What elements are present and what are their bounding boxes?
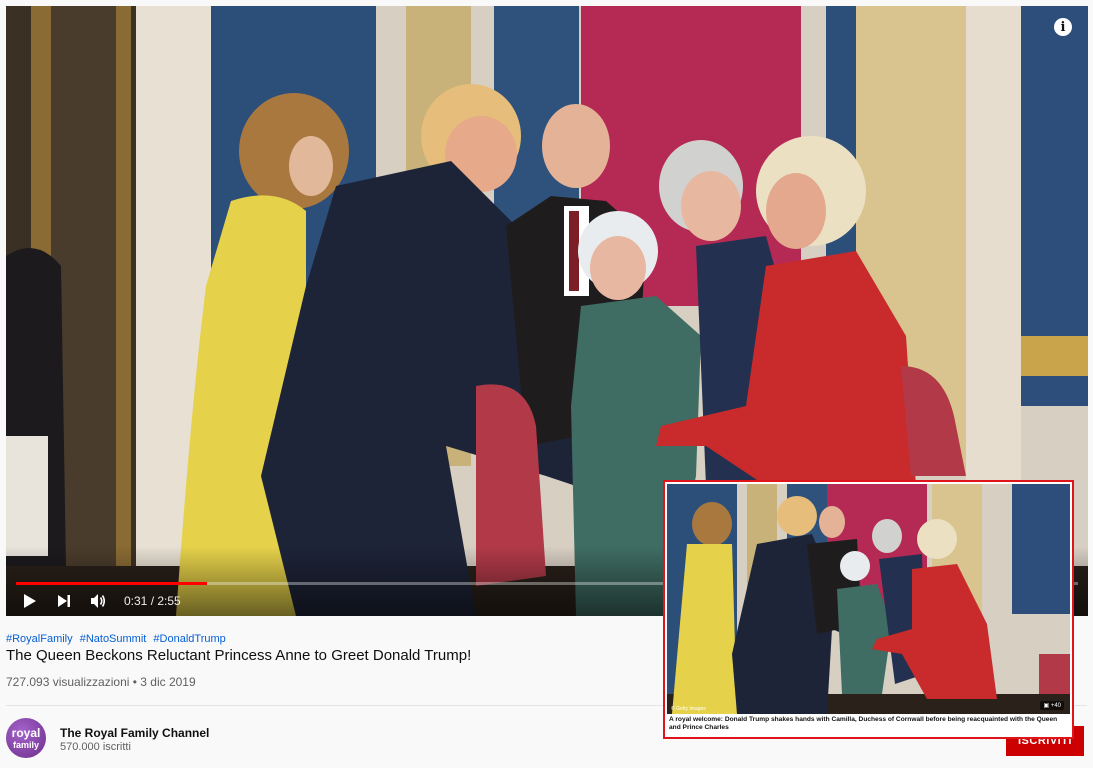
hashtags: #RoyalFamily #NatoSummit #DonaldTrump bbox=[6, 633, 230, 645]
inset-news-photo: © Getty Images ▣ +40 A royal welcome: Do… bbox=[663, 480, 1074, 739]
channel-avatar[interactable]: royal family bbox=[6, 718, 46, 758]
play-icon[interactable] bbox=[20, 591, 40, 611]
hashtag-link[interactable]: #DonaldTrump bbox=[153, 633, 225, 645]
hashtag-link[interactable]: #NatoSummit bbox=[80, 633, 147, 645]
inset-photo-image bbox=[667, 484, 1070, 714]
next-icon[interactable] bbox=[54, 591, 74, 611]
camera-icon: ▣ bbox=[1043, 703, 1050, 709]
gallery-count: +40 bbox=[1050, 703, 1061, 709]
channel-name[interactable]: The Royal Family Channel bbox=[60, 726, 209, 740]
progress-played bbox=[16, 582, 208, 585]
hashtag-link[interactable]: #RoyalFamily bbox=[6, 633, 73, 645]
inset-caption: A royal welcome: Donald Trump shakes han… bbox=[669, 716, 1058, 731]
avatar-text: royal bbox=[11, 726, 41, 740]
gallery-count-badge[interactable]: ▣ +40 bbox=[1040, 701, 1064, 710]
subscriber-count: 570.000 iscritti bbox=[60, 741, 131, 753]
avatar-text: family bbox=[12, 740, 39, 750]
video-meta: 727.093 visualizzazioni • 3 dic 2019 bbox=[6, 675, 196, 689]
info-icon[interactable]: i bbox=[1054, 18, 1072, 36]
time-display: 0:31 / 2:55 bbox=[124, 594, 181, 608]
volume-icon[interactable] bbox=[88, 591, 108, 611]
video-title: The Queen Beckons Reluctant Princess Ann… bbox=[6, 647, 472, 664]
player-controls: 0:31 / 2:55 bbox=[20, 590, 181, 612]
photo-credit: © Getty Images bbox=[671, 706, 706, 712]
inset-photo: © Getty Images ▣ +40 bbox=[667, 484, 1070, 714]
